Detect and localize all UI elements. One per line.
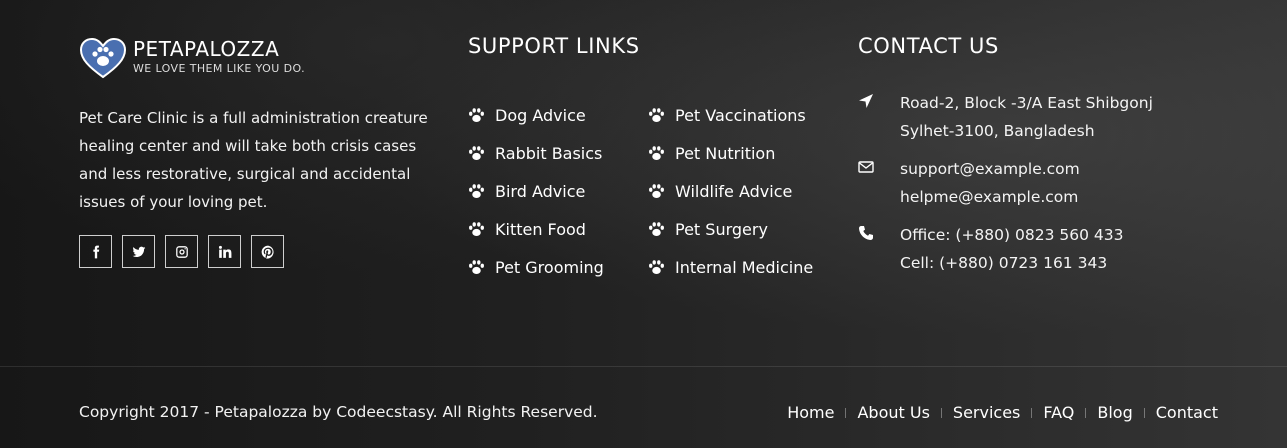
- support-link-wildlife-advice[interactable]: Wildlife Advice: [648, 172, 828, 210]
- paw-icon: [469, 183, 484, 198]
- support-link-pet-nutrition[interactable]: Pet Nutrition: [648, 134, 828, 172]
- paw-icon: [469, 259, 484, 274]
- support-links-col-2: Pet Vaccinations Pet Nutrition Wildlife …: [648, 96, 828, 286]
- location-arrow-icon: [859, 94, 873, 108]
- support-link-label: Wildlife Advice: [675, 181, 793, 201]
- footer-nav-faq[interactable]: FAQ: [1043, 403, 1074, 422]
- support-link-label: Bird Advice: [495, 181, 586, 201]
- nav-separator: [1085, 407, 1087, 418]
- support-link-label: Pet Surgery: [675, 219, 768, 239]
- pinterest-button[interactable]: [251, 235, 284, 268]
- copyright-text: Copyright 2017 - Petapalozza by Codeecst…: [79, 403, 598, 421]
- contact-emails: support@example.com helpme@example.com: [858, 155, 1080, 211]
- support-link-label: Pet Grooming: [495, 257, 604, 277]
- email-helpme-link[interactable]: helpme@example.com: [900, 183, 1080, 211]
- support-link-rabbit-basics[interactable]: Rabbit Basics: [468, 134, 648, 172]
- paw-icon: [469, 221, 484, 236]
- paw-icon: [649, 221, 664, 236]
- footer-divider: [0, 366, 1287, 367]
- paw-icon: [469, 145, 484, 160]
- pinterest-icon: [261, 245, 274, 259]
- support-link-kitten-food[interactable]: Kitten Food: [468, 210, 648, 248]
- brand-name: PETAPALOZZA: [133, 37, 280, 61]
- support-link-label: Rabbit Basics: [495, 143, 603, 163]
- nav-separator: [1031, 407, 1033, 418]
- brand-tagline: WE LOVE THEM LIKE YOU DO.: [133, 62, 305, 75]
- instagram-icon: [175, 245, 188, 258]
- facebook-icon: [92, 245, 99, 258]
- brand[interactable]: PETAPALOZZA WE LOVE THEM LIKE YOU DO.: [79, 37, 305, 79]
- phone-office[interactable]: Office: (+880) 0823 560 433: [900, 221, 1123, 249]
- twitter-button[interactable]: [122, 235, 155, 268]
- footer-nav: Home About Us Services FAQ Blog Contact: [787, 403, 1218, 422]
- linkedin-button[interactable]: [208, 235, 241, 268]
- footer-nav-home[interactable]: Home: [787, 403, 834, 422]
- heart-paw-logo-icon: [79, 37, 127, 79]
- paw-icon: [649, 183, 664, 198]
- paw-icon: [469, 107, 484, 122]
- linkedin-icon: [218, 245, 231, 258]
- support-link-pet-surgery[interactable]: Pet Surgery: [648, 210, 828, 248]
- support-link-label: Internal Medicine: [675, 257, 814, 277]
- support-link-internal-medicine[interactable]: Internal Medicine: [648, 248, 828, 286]
- email-support-link[interactable]: support@example.com: [900, 155, 1080, 183]
- contact-heading: CONTACT US: [858, 34, 999, 58]
- address-line-2: Sylhet-3100, Bangladesh: [900, 122, 1095, 140]
- paw-icon: [649, 145, 664, 160]
- support-link-bird-advice[interactable]: Bird Advice: [468, 172, 648, 210]
- contact-phones: Office: (+880) 0823 560 433 Cell: (+880)…: [858, 221, 1123, 277]
- nav-separator: [845, 407, 847, 418]
- paw-icon: [649, 259, 664, 274]
- nav-separator: [940, 407, 942, 418]
- phone-icon: [859, 226, 873, 240]
- contact-address: Road-2, Block -3/A East Shibgonj Sylhet-…: [858, 89, 1153, 145]
- envelope-icon: [858, 161, 874, 173]
- twitter-icon: [132, 246, 145, 257]
- nav-separator: [1143, 407, 1145, 418]
- support-link-label: Kitten Food: [495, 219, 586, 239]
- footer-nav-about-us[interactable]: About Us: [857, 403, 929, 422]
- phone-cell[interactable]: Cell: (+880) 0723 161 343: [900, 249, 1123, 277]
- social-links: [79, 235, 284, 268]
- support-link-pet-vaccinations[interactable]: Pet Vaccinations: [648, 96, 828, 134]
- support-link-pet-grooming[interactable]: Pet Grooming: [468, 248, 648, 286]
- support-link-label: Dog Advice: [495, 105, 586, 125]
- support-link-label: Pet Nutrition: [675, 143, 776, 163]
- support-link-label: Pet Vaccinations: [675, 105, 806, 125]
- instagram-button[interactable]: [165, 235, 198, 268]
- support-links-heading: SUPPORT LINKS: [468, 34, 640, 58]
- facebook-button[interactable]: [79, 235, 112, 268]
- support-links-col-1: Dog Advice Rabbit Basics Bird Advice Kit…: [468, 96, 648, 286]
- footer-nav-services[interactable]: Services: [953, 403, 1020, 422]
- site-footer: PETAPALOZZA WE LOVE THEM LIKE YOU DO. Pe…: [0, 0, 1287, 448]
- support-link-dog-advice[interactable]: Dog Advice: [468, 96, 648, 134]
- paw-icon: [649, 107, 664, 122]
- footer-nav-blog[interactable]: Blog: [1097, 403, 1132, 422]
- address-line-1: Road-2, Block -3/A East Shibgonj: [900, 94, 1153, 112]
- footer-nav-contact[interactable]: Contact: [1156, 403, 1218, 422]
- about-text: Pet Care Clinic is a full administration…: [79, 109, 428, 211]
